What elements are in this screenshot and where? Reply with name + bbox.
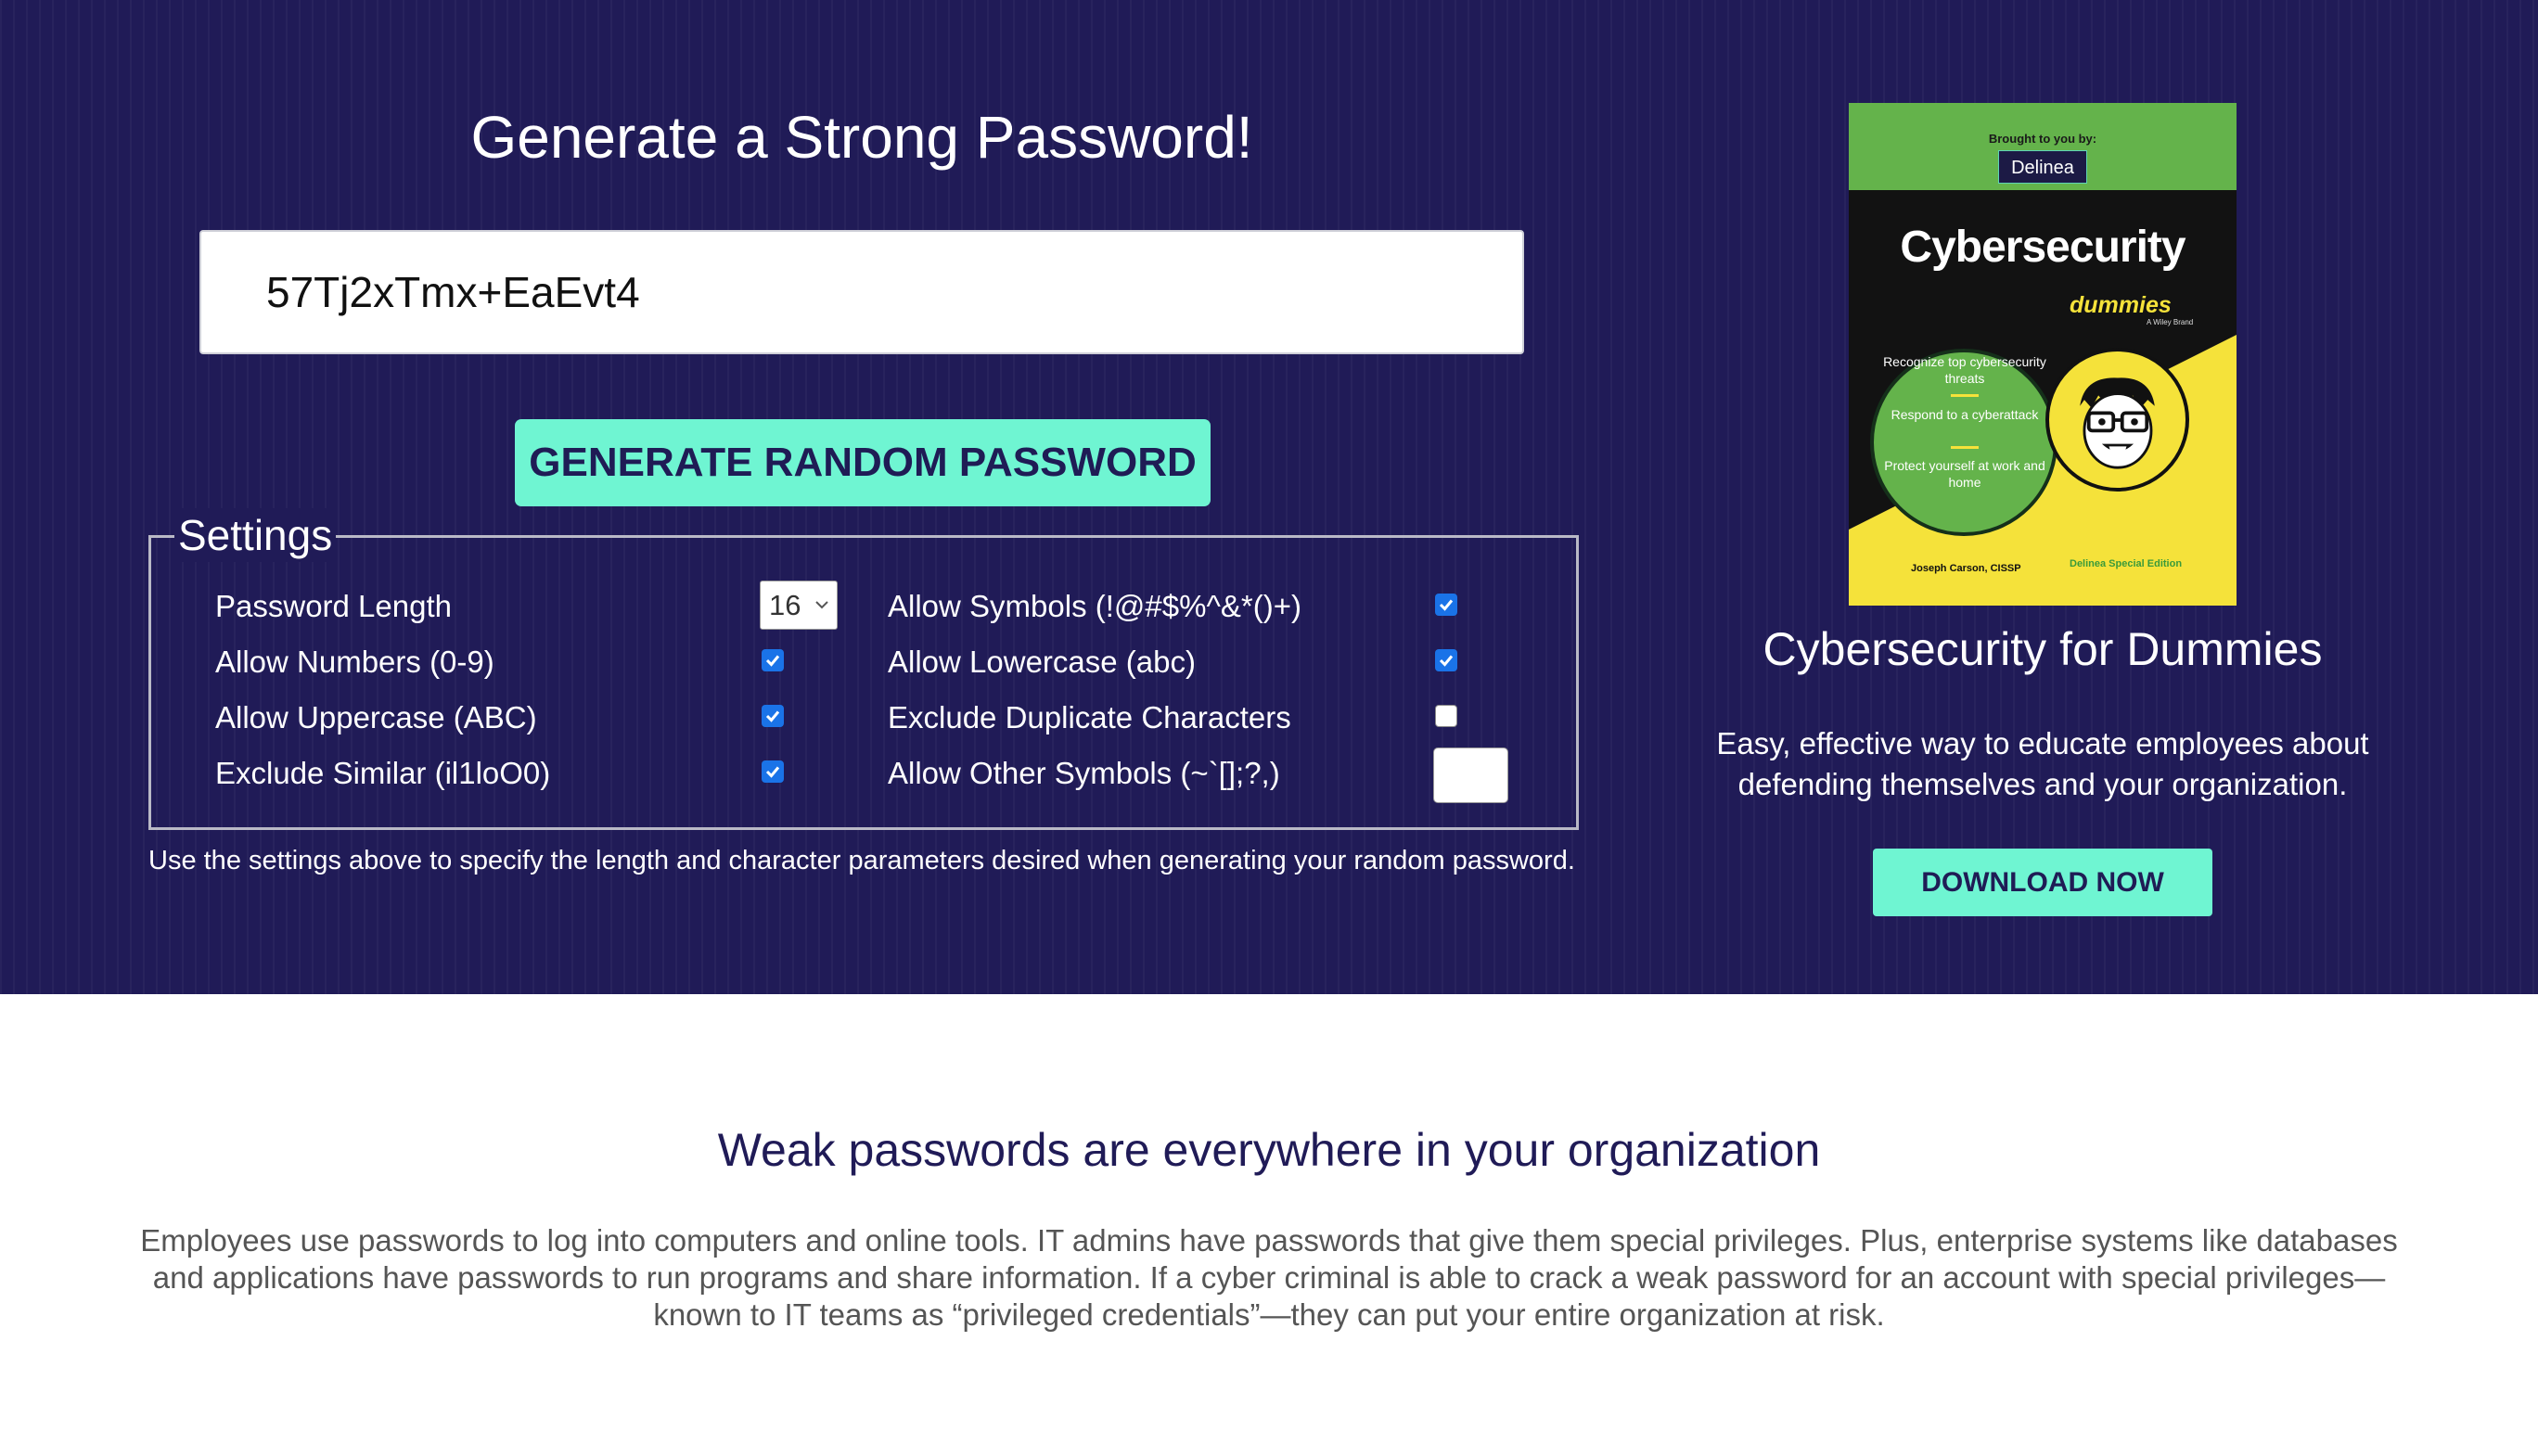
chevron-down-icon [815,601,828,609]
book-edition: Delinea Special Edition [2070,558,2183,569]
option-label-exclude-similar: Exclude Similar (il1loO0) [215,756,551,790]
checkbox-allow-uppercase[interactable] [762,705,784,727]
settings-legend: Settings [174,508,337,562]
checkbox-exclude-duplicate[interactable] [1435,705,1457,727]
book-divider [1951,446,1979,449]
checkmark-icon [1439,599,1454,611]
generate-password-button[interactable]: GENERATE RANDOM PASSWORD [515,419,1211,506]
password-length-value: 16 [769,589,801,621]
section-body: Employees use passwords to log into comp… [140,1223,2398,1332]
option-label-uppercase: Allow Uppercase (ABC) [215,700,537,734]
book-author: Joseph Carson, CISSP [1911,563,2021,574]
book-cover-image[interactable]: Brought to you by: Delinea Cybersecurity… [1849,103,2237,606]
book-bullet-2: Respond to a cyberattack [1891,407,2039,422]
checkbox-exclude-similar[interactable] [762,760,784,783]
download-now-button[interactable]: DOWNLOAD NOW [1873,849,2212,916]
section-heading: Weak passwords are everywhere in your or… [717,1124,1821,1176]
checkmark-icon [765,710,780,722]
checkbox-allow-lowercase[interactable] [1435,649,1457,671]
dummies-mascot-icon [2045,348,2189,492]
checkmark-icon [765,655,780,667]
settings-hint: Use the settings above to specify the le… [148,846,1575,875]
checkmark-icon [765,766,780,778]
option-label-exclude-duplicate: Exclude Duplicate Characters [888,700,1291,734]
option-label-numbers: Allow Numbers (0-9) [215,645,494,679]
promo-title: Cybersecurity for Dummies [1762,623,2323,675]
promo-description: Easy, effective way to educate employees… [1716,726,2369,801]
password-length-label: Password Length [215,589,452,623]
other-symbols-input[interactable] [1433,747,1508,803]
book-divider [1951,394,1979,397]
book-bullet-3: Protect yourself at work and home [1884,458,2045,490]
checkbox-allow-symbols[interactable] [1435,594,1457,616]
option-label-other-symbols: Allow Other Symbols (~`[];?,) [888,756,1280,790]
checkbox-allow-numbers[interactable] [762,649,784,671]
password-output-field[interactable] [199,230,1524,354]
password-length-select[interactable]: 16 [760,581,838,630]
option-label-symbols: Allow Symbols (!@#$%^&*()+) [888,589,1302,623]
page-title: Generate a Strong Password! [470,104,1253,171]
checkmark-icon [1439,655,1454,667]
option-label-lowercase: Allow Lowercase (abc) [888,645,1196,679]
book-bullet-1: Recognize top cybersecurity threats [1883,354,2046,386]
